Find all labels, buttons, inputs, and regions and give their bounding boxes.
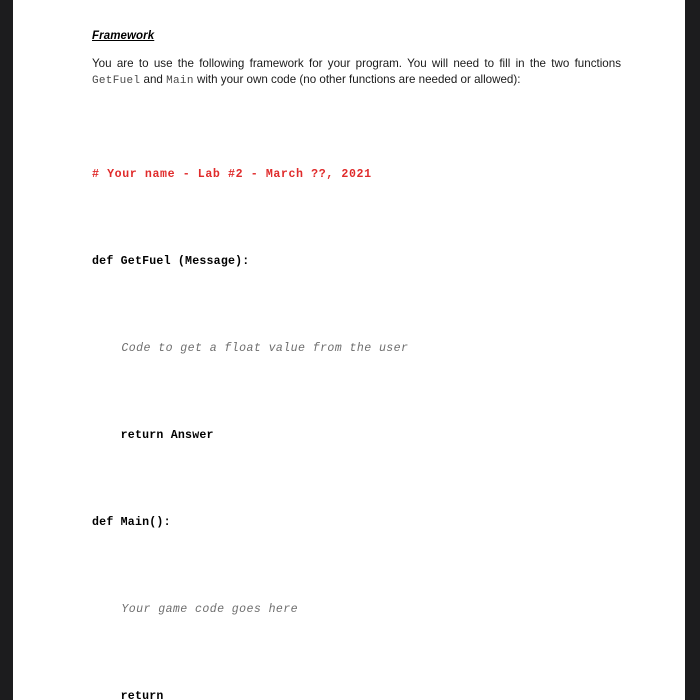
code-line-def-getfuel: def GetFuel (Message): — [92, 254, 250, 268]
code-line-def-main: def Main(): — [92, 515, 171, 529]
code-header-comment: # Your name - Lab #2 - March ??, 2021 — [92, 167, 372, 181]
heading-framework: Framework — [92, 30, 155, 42]
code-line-main-comment: Your game code goes here — [92, 602, 299, 616]
text-run: You are to use the following framework f… — [92, 57, 621, 70]
text-run: with your own code (no other functions a… — [193, 73, 521, 87]
paragraph-framework-intro: You are to use the following framework f… — [92, 56, 621, 90]
code-line-return-answer: return Answer — [92, 428, 214, 442]
code-line-return: return — [92, 689, 164, 700]
text-run: and — [140, 73, 167, 87]
code-line-getfuel-comment: Code to get a float value from the user — [92, 341, 409, 355]
document-page: Framework You are to use the following f… — [13, 0, 685, 700]
inline-code: Main — [166, 75, 194, 88]
screenshot-viewport: Framework You are to use the following f… — [0, 0, 700, 700]
page-content: Framework You are to use the following f… — [13, 0, 685, 700]
inline-code: GetFuel — [92, 75, 141, 88]
framework-code-block: # Your name - Lab #2 - March ??, 2021 de… — [92, 102, 621, 700]
